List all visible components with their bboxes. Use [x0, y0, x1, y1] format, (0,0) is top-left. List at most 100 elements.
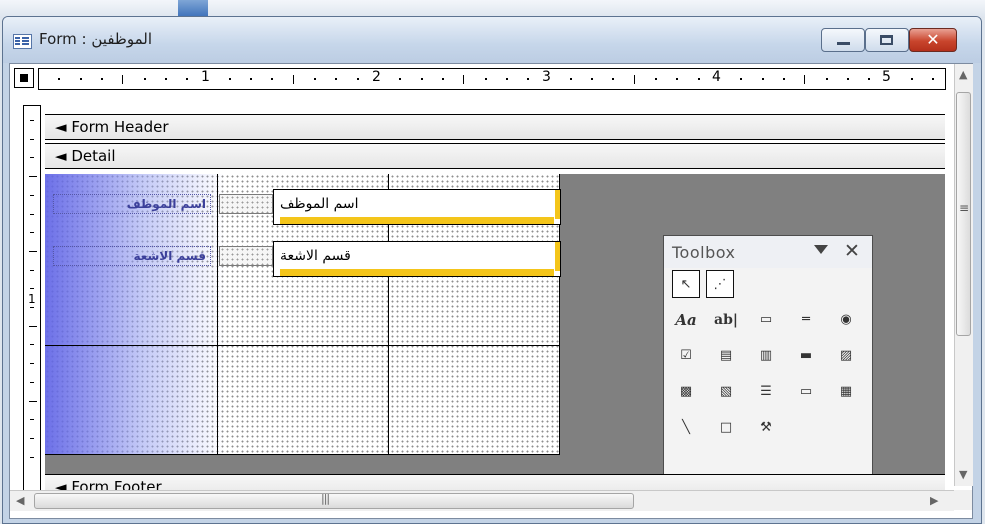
toggle-button-icon[interactable]: ═: [792, 306, 820, 334]
ruler-tick: [868, 78, 871, 80]
line-icon[interactable]: ╲: [672, 414, 700, 442]
scroll-up-icon[interactable]: ▲: [959, 68, 967, 81]
label-column-shading: [45, 174, 225, 454]
detail-section-bar[interactable]: ◄ Detail: [45, 143, 945, 169]
ruler-tick: [30, 269, 34, 271]
form-header-section-bar[interactable]: ◄ Form Header: [45, 114, 945, 140]
scroll-down-icon[interactable]: ▼: [959, 468, 967, 481]
unbound-object-frame-icon[interactable]: ▩: [672, 378, 700, 406]
window-title: Form : الموظفين: [39, 30, 153, 48]
textbox-employee-name[interactable]: اسم الموظف: [273, 189, 561, 225]
horizontal-scrollbar[interactable]: ◀ ▶: [10, 490, 954, 511]
close-icon: ✕: [926, 30, 940, 49]
option-button-icon[interactable]: ◉: [832, 306, 860, 334]
list-box-icon[interactable]: ▥: [752, 342, 780, 370]
ruler-tick: [30, 194, 34, 196]
scroll-left-icon[interactable]: ◀: [16, 494, 24, 507]
ruler-tick: [505, 78, 508, 80]
vertical-scrollbar[interactable]: ▲ ▼: [954, 64, 973, 486]
option-group-icon[interactable]: ▭: [752, 306, 780, 334]
text-box-icon[interactable]: ab|: [712, 306, 740, 334]
ruler-tick: [740, 78, 743, 80]
ruler-tick: [30, 344, 34, 346]
ruler-tick: [356, 78, 359, 80]
ruler-tick: [29, 400, 37, 402]
ruler-tick: [804, 75, 806, 84]
vertical-ruler[interactable]: 1: [23, 105, 41, 503]
ruler-tick: [30, 120, 34, 121]
toolbox-title-bar[interactable]: Toolbox ✕: [664, 236, 872, 268]
detail-section[interactable]: اسم الموظف اسم الموظف قسم الاشعة قسم الا…: [45, 174, 945, 502]
bound-object-frame-icon[interactable]: ▧: [712, 378, 740, 406]
select-form-box[interactable]: [14, 68, 34, 88]
subform-icon[interactable]: ▦: [832, 378, 860, 406]
ruler-tick: [30, 157, 34, 159]
maximize-button[interactable]: [865, 28, 909, 52]
ruler-tick: [30, 381, 34, 383]
ruler-tick: [29, 325, 37, 327]
toolbox-close-icon[interactable]: ✕: [844, 240, 860, 262]
ruler-tick: [30, 213, 34, 215]
ruler-tick: [697, 78, 700, 80]
design-surface: 1 2 3 4 5 ◄ Form Header ◄ Detail 1 اسم ا…: [9, 63, 973, 519]
label-icon[interactable]: Aa: [672, 306, 700, 334]
ruler-tick: [143, 78, 146, 80]
horizontal-scroll-thumb[interactable]: [34, 492, 634, 509]
ruler-tick: [29, 250, 37, 252]
ruler-tick: [527, 78, 530, 80]
close-button[interactable]: ✕: [909, 28, 957, 52]
ruler-tick: [30, 437, 34, 439]
ruler-number: 2: [372, 69, 381, 85]
ruler-tick: [271, 78, 274, 80]
tab-control-icon[interactable]: ▭: [792, 378, 820, 406]
ruler-tick: [399, 78, 402, 80]
ruler-number: 4: [712, 69, 721, 85]
ruler-tick: [612, 78, 615, 80]
toolbox-menu-icon[interactable]: [814, 245, 828, 254]
grid-line: [217, 174, 218, 454]
ruler-tick: [825, 78, 828, 80]
field-handle[interactable]: [219, 246, 273, 266]
field-handle[interactable]: [219, 194, 273, 214]
ruler-tick: [463, 75, 465, 84]
field-label-employee-name[interactable]: اسم الموظف: [53, 194, 211, 214]
form-icon: [13, 34, 32, 49]
check-box-icon[interactable]: ☑: [672, 342, 700, 370]
command-button-icon[interactable]: ▬: [792, 342, 820, 370]
ruler-tick: [676, 78, 679, 80]
select-objects-icon[interactable]: ↖: [672, 270, 700, 298]
ruler-tick: [633, 75, 635, 84]
image-icon[interactable]: ▨: [832, 342, 860, 370]
rectangle-icon[interactable]: □: [712, 414, 740, 442]
minimize-button[interactable]: [821, 28, 865, 52]
ruler-number: 5: [882, 69, 891, 85]
horizontal-ruler[interactable]: 1 2 3 4 5: [38, 68, 946, 90]
title-bar[interactable]: Form : الموظفين ✕: [3, 17, 981, 63]
form-header-label: ◄ Form Header: [55, 118, 169, 136]
detail-label: ◄ Detail: [55, 147, 116, 165]
ruler-tick: [100, 78, 103, 80]
vertical-ruler-number: 1: [28, 292, 36, 306]
ruler-tick: [782, 78, 785, 80]
toolbox-title: Toolbox: [672, 243, 736, 262]
design-grid[interactable]: اسم الموظف اسم الموظف قسم الاشعة قسم الا…: [45, 174, 561, 455]
page-break-icon[interactable]: ☰: [752, 378, 780, 406]
combo-box-icon[interactable]: ▤: [712, 342, 740, 370]
form-design-window: Form : الموظفين ✕ 1 2 3 4 5 ◄ Form Heade…: [2, 16, 982, 524]
ruler-tick: [30, 307, 34, 308]
toolbox-tools: ↖ ⋰ Aa ab| ▭ ═ ◉ ☑ ▤ ▥ ▬ ▨ ▩ ▧ ☰ ▭ ▦ ╲ □ ⚒: [664, 268, 872, 475]
ruler-tick: [30, 288, 34, 290]
ruler-tick: [335, 78, 338, 80]
scroll-right-icon[interactable]: ▶: [930, 494, 938, 507]
toolbox-panel[interactable]: Toolbox ✕ ↖ ⋰ Aa ab| ▭ ═ ◉ ☑ ▤ ▥ ▬ ▨ ▩ ▧ ☰ ▭ ▦ ╲ □ ⚒: [663, 235, 873, 476]
more-controls-icon[interactable]: ⚒: [752, 414, 780, 442]
ruler-tick: [186, 78, 189, 80]
ruler-tick: [228, 78, 231, 80]
control-wizards-icon[interactable]: ⋰: [706, 270, 734, 298]
ruler-tick: [30, 138, 34, 140]
vertical-scroll-thumb[interactable]: [956, 92, 971, 336]
field-label-department[interactable]: قسم الاشعة: [53, 246, 211, 266]
ruler-tick: [761, 78, 764, 80]
textbox-department[interactable]: قسم الاشعة: [273, 241, 561, 277]
grid-line: [45, 345, 559, 346]
